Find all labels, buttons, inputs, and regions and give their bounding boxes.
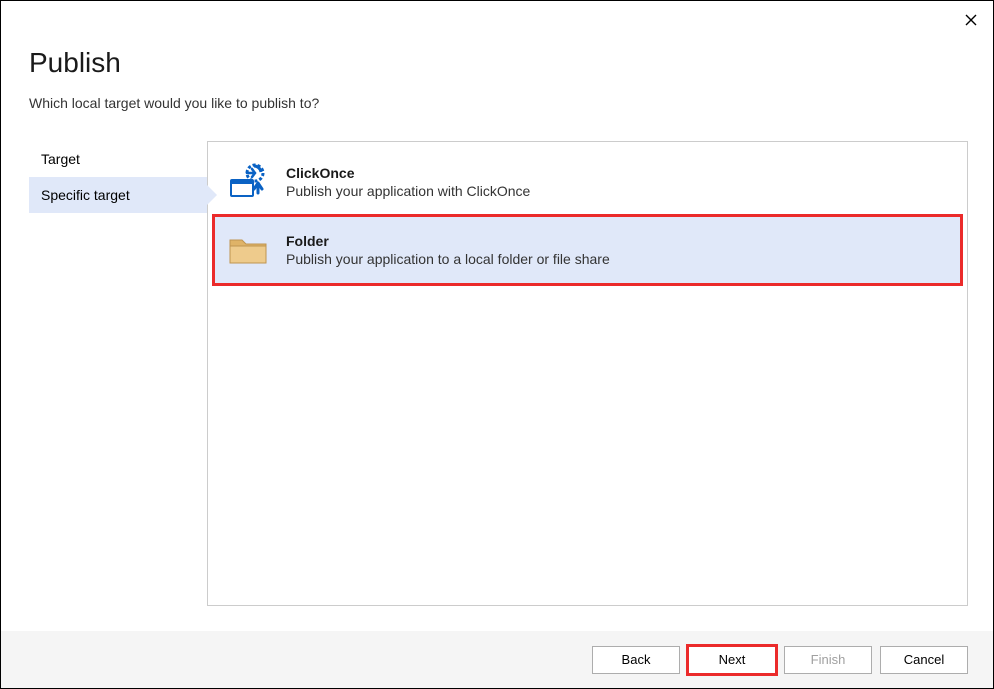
sidebar-item-specific-target[interactable]: Specific target [29,177,207,213]
options-panel: ClickOnce Publish your application with … [207,141,968,606]
finish-button: Finish [784,646,872,674]
option-clickonce[interactable]: ClickOnce Publish your application with … [214,148,961,216]
clickonce-icon [228,162,268,202]
close-icon[interactable] [965,13,977,31]
sidebar-item-label: Target [41,151,80,167]
option-title: Folder [286,233,947,249]
page-subtitle: Which local target would you like to pub… [29,95,965,111]
sidebar-item-label: Specific target [41,187,130,203]
next-button[interactable]: Next [688,646,776,674]
cancel-button[interactable]: Cancel [880,646,968,674]
sidebar-item-target[interactable]: Target [29,141,207,177]
option-folder[interactable]: Folder Publish your application to a loc… [214,216,961,284]
page-title: Publish [29,47,965,79]
option-desc: Publish your application with ClickOnce [286,183,947,199]
option-title: ClickOnce [286,165,947,181]
back-button[interactable]: Back [592,646,680,674]
folder-icon [228,230,268,270]
wizard-footer: Back Next Finish Cancel [1,631,993,688]
option-desc: Publish your application to a local fold… [286,251,947,267]
wizard-steps-sidebar: Target Specific target [29,141,207,606]
